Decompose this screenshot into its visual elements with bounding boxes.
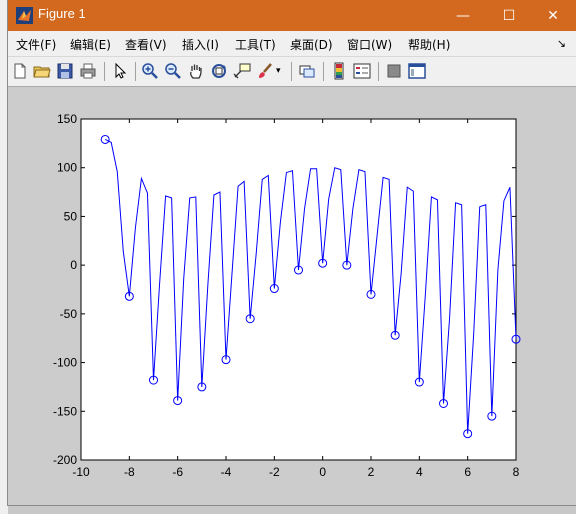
title-bar: Figure 1 — ☐ ✕ <box>8 0 576 31</box>
window-title: Figure 1 <box>38 6 86 21</box>
background-strip <box>0 0 8 514</box>
close-icon: ✕ <box>547 7 559 24</box>
y-tick-label: -50 <box>60 307 78 321</box>
minimize-button[interactable]: — <box>440 0 486 31</box>
x-tick-label: -10 <box>72 465 90 479</box>
menu-window[interactable]: 窗口(W) <box>347 36 392 53</box>
x-tick-label: 2 <box>368 465 375 479</box>
toolbar-separator <box>378 62 379 81</box>
menu-tools[interactable]: 工具(T) <box>235 36 276 53</box>
menu-view[interactable]: 查看(V) <box>125 36 167 53</box>
edit-plot-arrow-icon[interactable] <box>111 62 129 80</box>
x-tick-label: 4 <box>416 465 423 479</box>
menu-file[interactable]: 文件(F) <box>16 36 56 53</box>
print-icon[interactable] <box>79 62 97 80</box>
brush-icon[interactable] <box>256 62 274 80</box>
rotate-3d-icon[interactable] <box>210 62 228 80</box>
pan-hand-icon[interactable] <box>187 62 205 80</box>
zoom-in-icon[interactable] <box>141 62 159 80</box>
y-tick-label: -100 <box>53 356 77 370</box>
link-plot-icon[interactable] <box>298 62 316 80</box>
minimize-icon: — <box>456 7 470 24</box>
y-tick-label: 150 <box>57 112 77 126</box>
figure-window: Figure 1 — ☐ ✕ 文件(F) 编辑(E) 查看(V) 插入(I) 工… <box>8 0 576 505</box>
open-file-icon[interactable] <box>33 62 51 80</box>
data-cursor-icon[interactable] <box>233 62 251 80</box>
toolbar-separator <box>104 62 105 81</box>
figure-toolbar: ▾ <box>8 56 576 87</box>
line-chart[interactable]: -10 -8 -6 -4 -2 0 2 4 6 8 -200 -150 -100 -50 0 50 100 150 <box>8 86 576 505</box>
new-figure-icon[interactable] <box>11 62 29 80</box>
toolbar-separator <box>323 62 324 81</box>
x-tick-label: 8 <box>513 465 520 479</box>
maximize-button[interactable]: ☐ <box>486 0 532 31</box>
dock-arrow-icon[interactable]: ↘ <box>557 37 566 50</box>
menu-insert[interactable]: 插入(I) <box>182 36 219 53</box>
x-tick-label: 6 <box>464 465 471 479</box>
save-icon[interactable] <box>56 62 74 80</box>
brush-dropdown-icon[interactable]: ▾ <box>276 62 286 80</box>
hide-plot-tools-icon[interactable] <box>385 62 403 80</box>
close-button[interactable]: ✕ <box>530 0 576 31</box>
menu-help[interactable]: 帮助(H) <box>408 36 450 53</box>
zoom-out-icon[interactable] <box>164 62 182 80</box>
colorbar-icon[interactable] <box>330 62 348 80</box>
plot-area: -10 -8 -6 -4 -2 0 2 4 6 8 -200 -150 -100 -50 0 50 100 150 <box>8 86 576 505</box>
y-tick-label: 0 <box>70 258 77 272</box>
x-tick-label: -4 <box>221 465 232 479</box>
menu-desktop[interactable]: 桌面(D) <box>290 36 333 53</box>
matlab-logo-icon <box>16 7 33 24</box>
x-tick-label: -6 <box>172 465 183 479</box>
show-plot-tools-icon[interactable] <box>408 62 426 80</box>
menu-bar: 文件(F) 编辑(E) 查看(V) 插入(I) 工具(T) 桌面(D) 窗口(W… <box>8 31 576 56</box>
maximize-icon: ☐ <box>502 7 516 24</box>
x-tick-label: -8 <box>124 465 135 479</box>
toolbar-separator <box>291 62 292 81</box>
legend-icon[interactable] <box>353 62 371 80</box>
menu-edit[interactable]: 编辑(E) <box>70 36 111 53</box>
x-tick-label: 0 <box>319 465 326 479</box>
y-tick-label: 50 <box>64 209 78 223</box>
y-tick-label: -150 <box>53 404 77 418</box>
y-tick-label: 100 <box>57 161 77 175</box>
y-tick-label: -200 <box>53 453 77 467</box>
toolbar-separator <box>135 62 136 81</box>
x-tick-label: -2 <box>269 465 280 479</box>
